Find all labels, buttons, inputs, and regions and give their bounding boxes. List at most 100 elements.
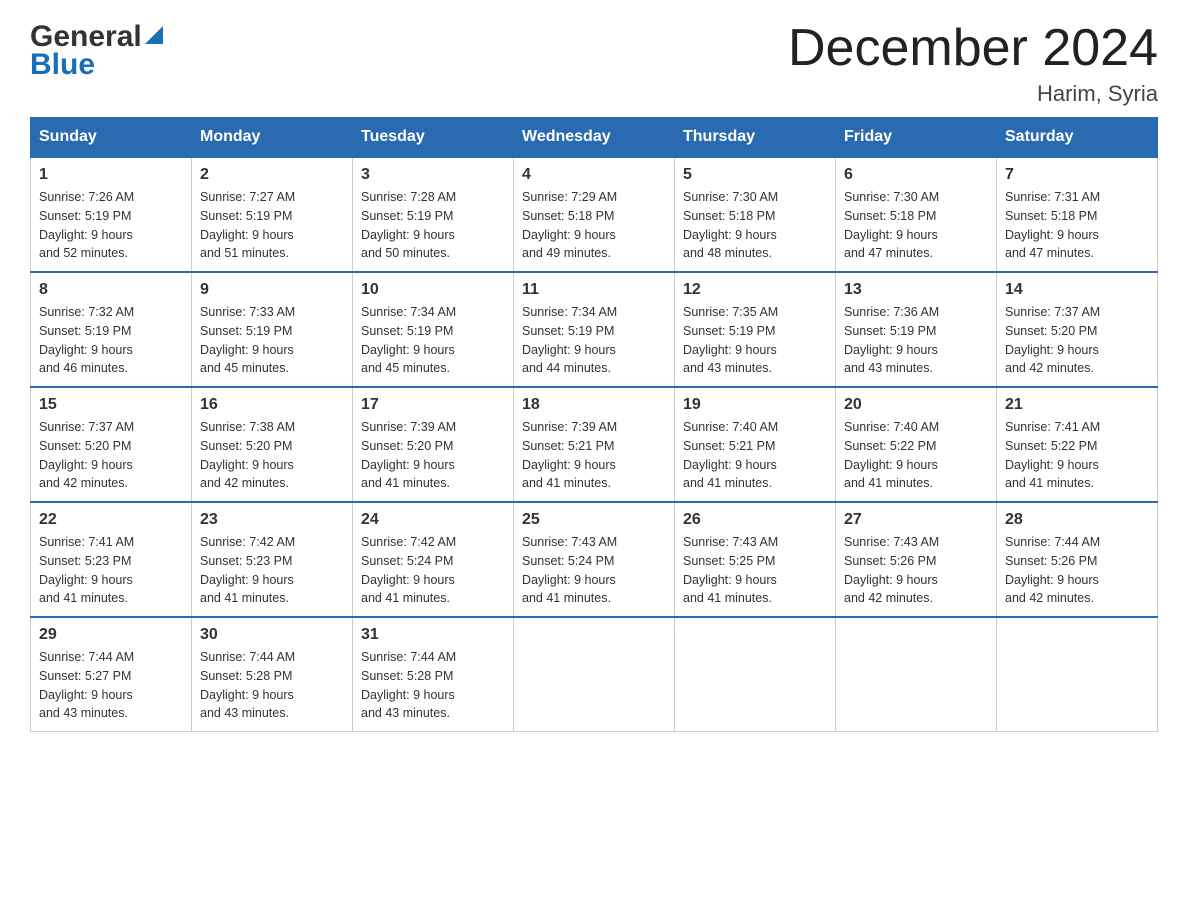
day-number: 23 (200, 511, 344, 529)
day-number: 13 (844, 281, 988, 299)
day-number: 16 (200, 396, 344, 414)
calendar-header-sunday: Sunday (31, 118, 192, 158)
day-info: Sunrise: 7:33 AM Sunset: 5:19 PM Dayligh… (200, 303, 344, 378)
day-number: 29 (39, 626, 183, 644)
day-number: 24 (361, 511, 505, 529)
calendar-cell: 24 Sunrise: 7:42 AM Sunset: 5:24 PM Dayl… (353, 502, 514, 617)
day-info: Sunrise: 7:35 AM Sunset: 5:19 PM Dayligh… (683, 303, 827, 378)
calendar-cell: 2 Sunrise: 7:27 AM Sunset: 5:19 PM Dayli… (192, 157, 353, 272)
day-info: Sunrise: 7:36 AM Sunset: 5:19 PM Dayligh… (844, 303, 988, 378)
day-info: Sunrise: 7:28 AM Sunset: 5:19 PM Dayligh… (361, 188, 505, 263)
calendar-table: SundayMondayTuesdayWednesdayThursdayFrid… (30, 117, 1158, 732)
day-info: Sunrise: 7:40 AM Sunset: 5:21 PM Dayligh… (683, 418, 827, 493)
calendar-header-saturday: Saturday (997, 118, 1158, 158)
calendar-cell: 3 Sunrise: 7:28 AM Sunset: 5:19 PM Dayli… (353, 157, 514, 272)
day-info: Sunrise: 7:37 AM Sunset: 5:20 PM Dayligh… (1005, 303, 1149, 378)
day-number: 28 (1005, 511, 1149, 529)
calendar-cell: 20 Sunrise: 7:40 AM Sunset: 5:22 PM Dayl… (836, 387, 997, 502)
day-number: 27 (844, 511, 988, 529)
day-number: 9 (200, 281, 344, 299)
calendar-cell: 31 Sunrise: 7:44 AM Sunset: 5:28 PM Dayl… (353, 617, 514, 732)
calendar-cell: 29 Sunrise: 7:44 AM Sunset: 5:27 PM Dayl… (31, 617, 192, 732)
day-number: 1 (39, 166, 183, 184)
day-info: Sunrise: 7:39 AM Sunset: 5:20 PM Dayligh… (361, 418, 505, 493)
logo-triangle-icon (145, 18, 163, 52)
calendar-cell: 19 Sunrise: 7:40 AM Sunset: 5:21 PM Dayl… (675, 387, 836, 502)
day-info: Sunrise: 7:27 AM Sunset: 5:19 PM Dayligh… (200, 188, 344, 263)
calendar-header-friday: Friday (836, 118, 997, 158)
day-number: 18 (522, 396, 666, 414)
page-title: December 2024 (788, 20, 1158, 77)
calendar-cell: 22 Sunrise: 7:41 AM Sunset: 5:23 PM Dayl… (31, 502, 192, 617)
day-number: 5 (683, 166, 827, 184)
calendar-cell: 27 Sunrise: 7:43 AM Sunset: 5:26 PM Dayl… (836, 502, 997, 617)
day-info: Sunrise: 7:41 AM Sunset: 5:22 PM Dayligh… (1005, 418, 1149, 493)
day-number: 19 (683, 396, 827, 414)
calendar-cell: 14 Sunrise: 7:37 AM Sunset: 5:20 PM Dayl… (997, 272, 1158, 387)
day-info: Sunrise: 7:38 AM Sunset: 5:20 PM Dayligh… (200, 418, 344, 493)
title-area: December 2024 Harim, Syria (788, 20, 1158, 107)
day-number: 26 (683, 511, 827, 529)
day-info: Sunrise: 7:34 AM Sunset: 5:19 PM Dayligh… (522, 303, 666, 378)
calendar-header-row: SundayMondayTuesdayWednesdayThursdayFrid… (31, 118, 1158, 158)
day-number: 12 (683, 281, 827, 299)
calendar-cell: 26 Sunrise: 7:43 AM Sunset: 5:25 PM Dayl… (675, 502, 836, 617)
day-number: 7 (1005, 166, 1149, 184)
calendar-cell: 6 Sunrise: 7:30 AM Sunset: 5:18 PM Dayli… (836, 157, 997, 272)
logo: General Blue (30, 20, 163, 82)
day-number: 14 (1005, 281, 1149, 299)
day-number: 30 (200, 626, 344, 644)
calendar-cell: 13 Sunrise: 7:36 AM Sunset: 5:19 PM Dayl… (836, 272, 997, 387)
day-info: Sunrise: 7:31 AM Sunset: 5:18 PM Dayligh… (1005, 188, 1149, 263)
day-info: Sunrise: 7:29 AM Sunset: 5:18 PM Dayligh… (522, 188, 666, 263)
calendar-cell (675, 617, 836, 732)
day-number: 22 (39, 511, 183, 529)
calendar-cell: 12 Sunrise: 7:35 AM Sunset: 5:19 PM Dayl… (675, 272, 836, 387)
day-number: 20 (844, 396, 988, 414)
day-info: Sunrise: 7:41 AM Sunset: 5:23 PM Dayligh… (39, 533, 183, 608)
calendar-cell (997, 617, 1158, 732)
day-info: Sunrise: 7:44 AM Sunset: 5:28 PM Dayligh… (200, 648, 344, 723)
day-info: Sunrise: 7:32 AM Sunset: 5:19 PM Dayligh… (39, 303, 183, 378)
day-number: 4 (522, 166, 666, 184)
calendar-cell: 4 Sunrise: 7:29 AM Sunset: 5:18 PM Dayli… (514, 157, 675, 272)
day-number: 3 (361, 166, 505, 184)
day-info: Sunrise: 7:44 AM Sunset: 5:27 PM Dayligh… (39, 648, 183, 723)
calendar-header-thursday: Thursday (675, 118, 836, 158)
day-number: 6 (844, 166, 988, 184)
day-info: Sunrise: 7:34 AM Sunset: 5:19 PM Dayligh… (361, 303, 505, 378)
calendar-cell: 18 Sunrise: 7:39 AM Sunset: 5:21 PM Dayl… (514, 387, 675, 502)
day-info: Sunrise: 7:44 AM Sunset: 5:28 PM Dayligh… (361, 648, 505, 723)
calendar-cell: 21 Sunrise: 7:41 AM Sunset: 5:22 PM Dayl… (997, 387, 1158, 502)
calendar-cell: 7 Sunrise: 7:31 AM Sunset: 5:18 PM Dayli… (997, 157, 1158, 272)
calendar-week-5: 29 Sunrise: 7:44 AM Sunset: 5:27 PM Dayl… (31, 617, 1158, 732)
calendar-header-tuesday: Tuesday (353, 118, 514, 158)
day-info: Sunrise: 7:43 AM Sunset: 5:26 PM Dayligh… (844, 533, 988, 608)
calendar-cell (836, 617, 997, 732)
calendar-cell: 17 Sunrise: 7:39 AM Sunset: 5:20 PM Dayl… (353, 387, 514, 502)
day-info: Sunrise: 7:30 AM Sunset: 5:18 PM Dayligh… (683, 188, 827, 263)
day-info: Sunrise: 7:44 AM Sunset: 5:26 PM Dayligh… (1005, 533, 1149, 608)
day-info: Sunrise: 7:39 AM Sunset: 5:21 PM Dayligh… (522, 418, 666, 493)
calendar-cell: 11 Sunrise: 7:34 AM Sunset: 5:19 PM Dayl… (514, 272, 675, 387)
day-info: Sunrise: 7:37 AM Sunset: 5:20 PM Dayligh… (39, 418, 183, 493)
day-info: Sunrise: 7:42 AM Sunset: 5:24 PM Dayligh… (361, 533, 505, 608)
header: General Blue December 2024 Harim, Syria (30, 20, 1158, 107)
day-number: 31 (361, 626, 505, 644)
day-info: Sunrise: 7:42 AM Sunset: 5:23 PM Dayligh… (200, 533, 344, 608)
day-number: 21 (1005, 396, 1149, 414)
day-number: 25 (522, 511, 666, 529)
day-number: 15 (39, 396, 183, 414)
day-number: 11 (522, 281, 666, 299)
logo-line2: Blue (30, 48, 163, 82)
day-info: Sunrise: 7:40 AM Sunset: 5:22 PM Dayligh… (844, 418, 988, 493)
calendar-cell: 8 Sunrise: 7:32 AM Sunset: 5:19 PM Dayli… (31, 272, 192, 387)
calendar-cell: 10 Sunrise: 7:34 AM Sunset: 5:19 PM Dayl… (353, 272, 514, 387)
calendar-cell: 28 Sunrise: 7:44 AM Sunset: 5:26 PM Dayl… (997, 502, 1158, 617)
calendar-week-1: 1 Sunrise: 7:26 AM Sunset: 5:19 PM Dayli… (31, 157, 1158, 272)
calendar-week-3: 15 Sunrise: 7:37 AM Sunset: 5:20 PM Dayl… (31, 387, 1158, 502)
calendar-cell: 16 Sunrise: 7:38 AM Sunset: 5:20 PM Dayl… (192, 387, 353, 502)
day-number: 8 (39, 281, 183, 299)
calendar-cell: 1 Sunrise: 7:26 AM Sunset: 5:19 PM Dayli… (31, 157, 192, 272)
calendar-cell: 9 Sunrise: 7:33 AM Sunset: 5:19 PM Dayli… (192, 272, 353, 387)
